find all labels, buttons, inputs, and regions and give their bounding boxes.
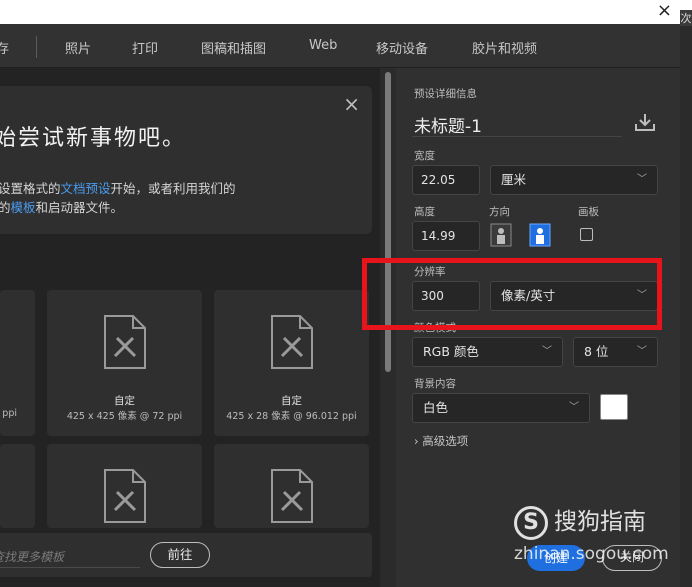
go-button[interactable]: 前往: [150, 542, 210, 568]
welcome-line-1: 设置格式的文档预设开始，或者利用我们的: [0, 178, 236, 197]
preset-card-name: 自定: [114, 395, 135, 407]
tab-web[interactable]: Web: [309, 38, 337, 53]
width-value: 22.05: [421, 173, 456, 187]
tab-mobile[interactable]: 移动设备: [376, 38, 428, 57]
document-presets-link[interactable]: 文档预设: [61, 181, 111, 196]
bit-depth-value: 8 位: [584, 344, 609, 359]
welcome-close-button[interactable]: ×: [343, 92, 360, 116]
chevron-down-icon: ﹀: [569, 402, 579, 413]
color-mode-dropdown[interactable]: RGB 颜色 ﹀: [412, 337, 563, 367]
preset-card[interactable]: [0, 444, 35, 528]
height-input[interactable]: 14.99: [412, 221, 480, 251]
landscape-orientation-icon[interactable]: [529, 223, 551, 247]
orientation-label: 方向: [489, 206, 510, 218]
preset-card[interactable]: [214, 444, 369, 528]
chevron-down-icon: ﹀: [542, 346, 552, 357]
width-unit-dropdown[interactable]: 厘米 ﹀: [490, 165, 658, 195]
window-close-button[interactable]: ×: [657, 0, 672, 22]
tab-divider: [36, 36, 37, 58]
preset-card-size: 425 x 28 像素 @ 96.012 ppi: [226, 411, 357, 422]
search-underline: [0, 567, 140, 568]
chevron-down-icon: ﹀: [637, 174, 647, 185]
welcome-line-1-post: 开始，或者利用我们的: [110, 181, 236, 196]
bit-depth-dropdown[interactable]: 8 位 ﹀: [573, 337, 658, 367]
height-value: 14.99: [421, 229, 456, 243]
document-name-underline: [412, 136, 622, 137]
portrait-orientation-icon[interactable]: [490, 223, 512, 247]
height-label: 高度: [414, 206, 435, 218]
document-icon: [103, 469, 146, 523]
presets-area: × 始尝试新事物吧。 设置格式的文档预设开始，或者利用我们的 的模板和启动器文件…: [0, 68, 380, 587]
templates-link[interactable]: 模板: [11, 200, 36, 215]
document-icon: [270, 315, 313, 369]
preset-card[interactable]: ppi: [0, 290, 35, 436]
background-value: 白色: [423, 400, 449, 415]
tab-film-video[interactable]: 胶片和视频: [472, 38, 537, 57]
width-unit-value: 厘米: [501, 172, 527, 187]
document-icon: [270, 469, 313, 523]
watermark: S 搜狗指南: [514, 502, 646, 540]
welcome-line-2-post: 和启动器文件。: [35, 200, 124, 215]
chevron-down-icon: ﹀: [637, 346, 647, 357]
welcome-line-2: 的模板和启动器文件。: [0, 197, 123, 216]
background-label: 背景内容: [414, 378, 456, 390]
welcome-line-2-pre: 的: [0, 200, 11, 215]
width-input[interactable]: 22.05: [412, 165, 480, 195]
width-label: 宽度: [414, 150, 435, 162]
artboard-label: 画板: [578, 206, 599, 218]
window-edge-char: 次: [680, 10, 692, 26]
preset-category-tabs: 存 照片 打印 图稿和插图 Web 移动设备 胶片和视频: [0, 24, 680, 68]
background-dropdown[interactable]: 白色 ﹀: [412, 393, 590, 423]
artboard-checkbox[interactable]: [580, 228, 593, 241]
document-icon: [103, 315, 146, 369]
resolution-highlight-box: [362, 258, 662, 330]
preset-card[interactable]: 自定 425 x 425 像素 @ 72 ppi: [47, 290, 202, 436]
section-label: 预设详细信息: [414, 88, 477, 100]
watermark-url: zhinan.sogou.com: [514, 544, 669, 564]
tab-photo[interactable]: 照片: [65, 38, 91, 57]
document-name-input[interactable]: 未标题-1: [414, 112, 482, 137]
tab-saved[interactable]: 存: [0, 38, 9, 57]
preset-card-name: 自定: [281, 395, 302, 407]
color-mode-value: RGB 颜色: [423, 344, 479, 359]
template-search-bar: 查找更多模板 前往: [0, 533, 372, 577]
template-search-input[interactable]: 查找更多模板: [0, 548, 64, 565]
tab-art-illustration[interactable]: 图稿和插图: [201, 38, 266, 57]
watermark-text: 搜狗指南: [554, 509, 646, 535]
preset-card[interactable]: 自定 425 x 28 像素 @ 96.012 ppi: [214, 290, 369, 436]
welcome-line-1-pre: 设置格式的: [0, 181, 61, 196]
preset-card-size: 425 x 425 像素 @ 72 ppi: [66, 411, 183, 422]
welcome-title: 始尝试新事物吧。: [0, 126, 187, 151]
watermark-logo-icon: S: [514, 505, 548, 540]
save-preset-icon[interactable]: [634, 112, 656, 132]
welcome-banner: × 始尝试新事物吧。 设置格式的文档预设开始，或者利用我们的 的模板和启动器文件…: [0, 86, 372, 234]
preset-card-size: ppi: [2, 408, 17, 419]
advanced-options-toggle[interactable]: › 高级选项: [414, 433, 468, 449]
background-color-swatch[interactable]: [600, 394, 628, 420]
tab-print[interactable]: 打印: [132, 38, 158, 57]
window-title-strip: × 次: [0, 0, 692, 26]
preset-card[interactable]: [47, 444, 202, 528]
